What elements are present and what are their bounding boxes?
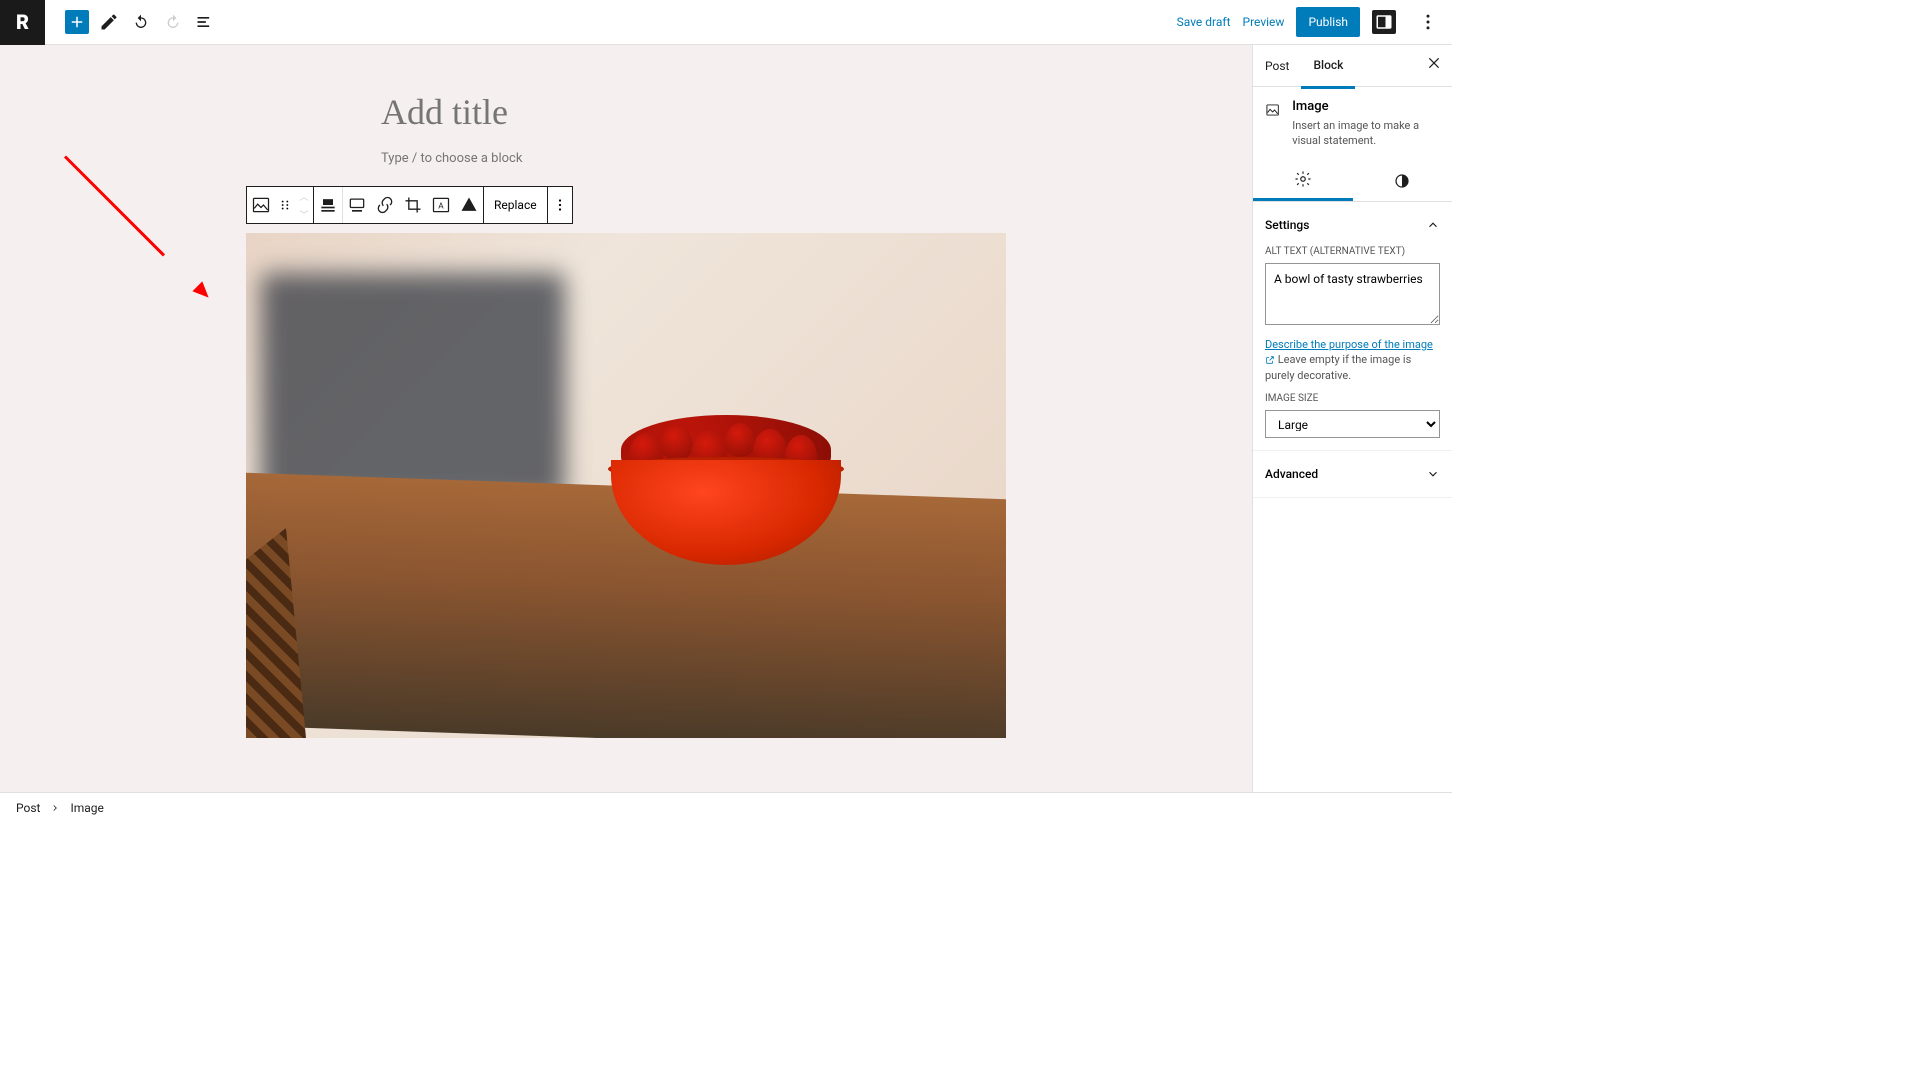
alt-text-input[interactable] [1265, 263, 1440, 325]
image-block[interactable] [246, 233, 1006, 738]
settings-toggle-button[interactable] [1372, 10, 1396, 34]
align-button[interactable] [314, 187, 342, 223]
image-size-label: IMAGE SIZE [1265, 393, 1440, 404]
gear-icon [1294, 170, 1312, 188]
add-block-button[interactable] [65, 10, 89, 34]
advanced-section-toggle[interactable]: Advanced [1265, 463, 1440, 485]
chevron-up-icon [1426, 218, 1440, 232]
annotation-arrow [65, 155, 205, 158]
redo-icon [163, 12, 183, 32]
breadcrumb-image[interactable]: Image [70, 801, 103, 815]
kebab-icon [551, 196, 569, 214]
sidebar-icon [1375, 13, 1393, 31]
chevron-up-icon: ︿ [299, 190, 308, 203]
tools-button[interactable] [97, 10, 121, 34]
duotone-icon [459, 195, 479, 215]
image-icon [251, 195, 271, 215]
alt-help-text: Leave empty if the image is purely decor… [1265, 353, 1411, 381]
alt-text-label: ALT TEXT (ALTERNATIVE TEXT) [1265, 246, 1440, 257]
svg-text:A: A [438, 201, 444, 211]
save-draft-button[interactable]: Save draft [1177, 15, 1231, 29]
undo-icon [131, 12, 151, 32]
text-overlay-icon: A [431, 195, 451, 215]
external-link-icon [1265, 355, 1275, 365]
advanced-section: Advanced [1253, 451, 1452, 498]
breadcrumb: Post Image [0, 792, 1452, 822]
sidebar-tabs: Post Block [1253, 45, 1452, 87]
more-options-button[interactable] [1416, 10, 1440, 34]
alt-text-help: Describe the purpose of the image Leave … [1265, 337, 1440, 383]
crop-icon [403, 195, 423, 215]
toolbar-right: Save draft Preview Publish [1177, 7, 1452, 37]
block-more-button[interactable] [548, 187, 572, 223]
content-wrapper: Add title Type / to choose a block ︿ ﹀ [246, 45, 1006, 738]
section-heading: Advanced [1265, 467, 1318, 481]
caption-icon [347, 195, 367, 215]
block-name: Image [1292, 99, 1440, 114]
section-heading: Settings [1265, 218, 1309, 232]
settings-section: Settings ALT TEXT (ALTERNATIVE TEXT) Des… [1253, 202, 1452, 451]
undo-button[interactable] [129, 10, 153, 34]
editor-canvas[interactable]: Add title Type / to choose a block ︿ ﹀ [0, 45, 1252, 792]
link-button[interactable] [371, 187, 399, 223]
move-up-button[interactable]: ︿ [295, 187, 313, 205]
chevron-down-icon [1426, 467, 1440, 481]
block-toolbar: ︿ ﹀ [246, 186, 573, 224]
replace-button[interactable]: Replace [484, 187, 547, 223]
image-content [261, 273, 565, 500]
tab-post[interactable]: Post [1253, 45, 1301, 87]
sidebar-subtabs [1253, 161, 1452, 202]
duotone-button[interactable] [455, 187, 483, 223]
move-down-button[interactable]: ﹀ [295, 205, 313, 223]
block-info: Image Insert an image to make a visual s… [1253, 87, 1452, 161]
block-description: Insert an image to make a visual stateme… [1292, 118, 1440, 149]
kebab-icon [1418, 12, 1438, 32]
list-view-icon [195, 12, 215, 32]
image-content [611, 415, 841, 565]
chevron-right-icon [50, 803, 60, 813]
close-icon [1426, 55, 1442, 71]
toolbar-left: R [0, 0, 217, 45]
crop-button[interactable] [399, 187, 427, 223]
redo-button[interactable] [161, 10, 185, 34]
block-type-button[interactable] [247, 187, 275, 223]
pencil-icon [99, 12, 119, 32]
tab-block[interactable]: Block [1301, 44, 1355, 89]
drag-handle-button[interactable] [275, 187, 295, 223]
settings-sidebar: Post Block Image Insert an image to make… [1252, 45, 1452, 792]
main-area: Add title Type / to choose a block ︿ ﹀ [0, 45, 1452, 792]
breadcrumb-post[interactable]: Post [16, 801, 40, 815]
publish-button[interactable]: Publish [1296, 7, 1360, 37]
subtab-settings[interactable] [1253, 161, 1353, 201]
image-size-select[interactable]: Large [1265, 410, 1440, 438]
caption-button[interactable] [343, 187, 371, 223]
link-icon [375, 195, 395, 215]
image-icon [1265, 99, 1280, 121]
plus-icon [68, 13, 86, 31]
styles-icon [1393, 172, 1411, 190]
preview-button[interactable]: Preview [1243, 15, 1285, 29]
settings-section-toggle[interactable]: Settings [1265, 214, 1440, 236]
document-overview-button[interactable] [193, 10, 217, 34]
close-sidebar-button[interactable] [1426, 55, 1442, 71]
post-title-input[interactable]: Add title [381, 85, 1006, 151]
align-icon [318, 195, 338, 215]
drag-icon [278, 198, 292, 212]
top-toolbar: R Save draft Preview Publish [0, 0, 1452, 45]
subtab-styles[interactable] [1353, 161, 1453, 201]
site-logo[interactable]: R [0, 0, 45, 45]
text-overlay-button[interactable]: A [427, 187, 455, 223]
block-placeholder-hint[interactable]: Type / to choose a block [381, 151, 1006, 166]
alt-help-link[interactable]: Describe the purpose of the image [1265, 338, 1433, 351]
chevron-down-icon: ﹀ [299, 208, 308, 221]
